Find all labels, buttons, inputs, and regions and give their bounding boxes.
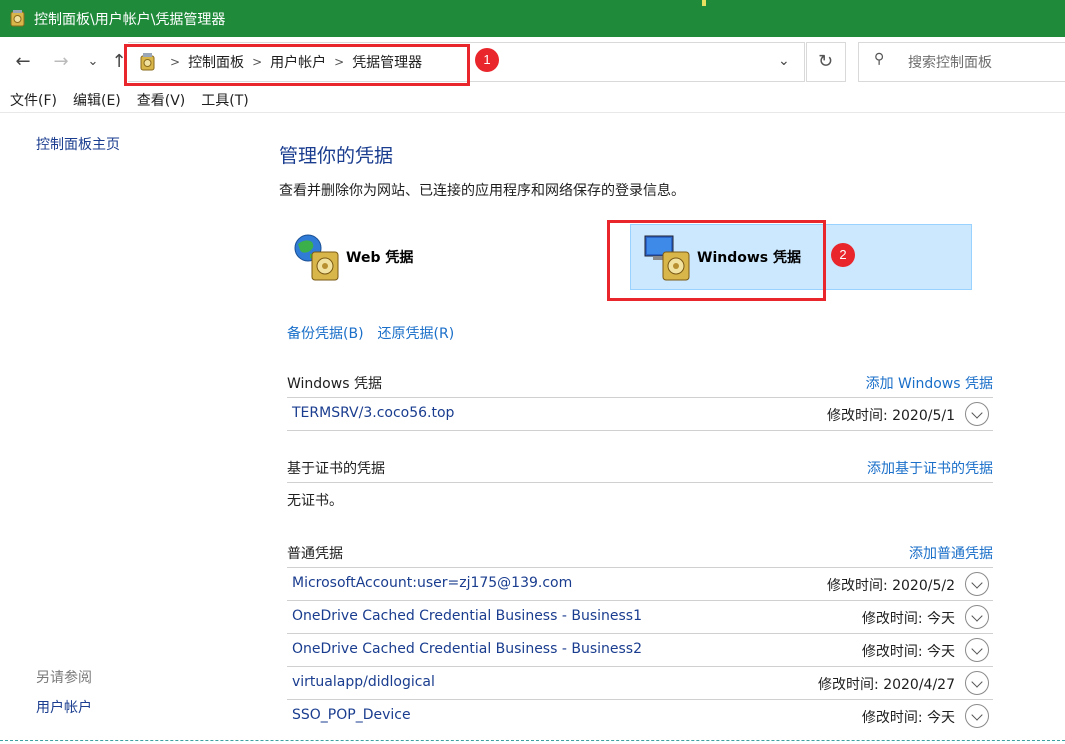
restore-credentials-link[interactable]: 还原凭据(R): [378, 323, 455, 343]
expand-chevron-icon[interactable]: [965, 605, 989, 629]
see-also-heading: 另请参阅: [36, 670, 92, 686]
credential-row[interactable]: OneDrive Cached Credential Business - Bu…: [287, 601, 993, 634]
user-accounts-link[interactable]: 用户帐户: [36, 697, 92, 717]
credential-name[interactable]: OneDrive Cached Credential Business - Bu…: [292, 608, 642, 624]
search-icon: ⚲: [874, 51, 885, 67]
windows-credentials-section: Windows 凭据 添加 Windows 凭据 TERMSRV/3.coco5…: [287, 368, 993, 431]
add-certificate-credential-link[interactable]: 添加基于证书的凭据: [867, 458, 993, 478]
modified-date: 修改时间: 2020/4/27: [818, 677, 955, 693]
expand-chevron-icon[interactable]: [965, 638, 989, 662]
generic-credentials-section: 普通凭据 添加普通凭据 MicrosoftAccount:user=zj175@…: [287, 538, 993, 733]
expand-chevron-icon[interactable]: [965, 402, 989, 426]
credential-manager-icon: [10, 10, 25, 27]
section-header: 普通凭据 添加普通凭据: [287, 538, 993, 568]
forward-arrow-icon[interactable]: →: [50, 50, 72, 74]
certificate-credentials-section: 基于证书的凭据 添加基于证书的凭据 无证书。: [287, 453, 993, 516]
section-title: 普通凭据: [287, 546, 343, 562]
modified-date: 修改时间: 今天: [861, 611, 955, 627]
no-certificates-text: 无证书。: [287, 493, 343, 509]
menu-edit[interactable]: 编辑(E): [73, 89, 121, 112]
section-header: 基于证书的凭据 添加基于证书的凭据: [287, 453, 993, 483]
menu-bar: 文件(F) 编辑(E) 查看(V) 工具(T): [0, 89, 1065, 113]
credential-row[interactable]: virtualapp/didlogical 修改时间: 2020/4/27: [287, 667, 993, 700]
web-credentials-tile[interactable]: Web 凭据: [292, 224, 512, 290]
refresh-icon[interactable]: ↻: [818, 51, 833, 72]
section-title: Windows 凭据: [287, 376, 382, 392]
expand-chevron-icon[interactable]: [965, 704, 989, 728]
modified-date: 修改时间: 2020/5/1: [826, 408, 955, 424]
expand-chevron-icon[interactable]: [965, 572, 989, 596]
credential-row[interactable]: OneDrive Cached Credential Business - Bu…: [287, 634, 993, 667]
window-title: 控制面板\用户帐户\凭据管理器: [34, 12, 226, 28]
credential-name[interactable]: TERMSRV/3.coco56.top: [292, 405, 454, 421]
annotation-box-address: [124, 44, 470, 86]
search-placeholder: 搜索控制面板: [908, 55, 992, 71]
annotation-box-windows-credentials: [607, 220, 826, 301]
bottom-edge-divider: [0, 740, 1065, 741]
title-accent: [702, 0, 706, 6]
backup-credentials-link[interactable]: 备份凭据(B): [287, 323, 364, 343]
modified-date: 修改时间: 今天: [861, 710, 955, 726]
control-panel-home-link[interactable]: 控制面板主页: [36, 134, 120, 154]
menu-tools[interactable]: 工具(T): [201, 89, 248, 112]
backup-restore-links: 备份凭据(B) 还原凭据(R): [287, 323, 454, 343]
page-title: 管理你的凭据: [279, 145, 394, 167]
back-arrow-icon[interactable]: ←: [12, 50, 34, 74]
add-windows-credential-link[interactable]: 添加 Windows 凭据: [866, 373, 993, 393]
menu-view[interactable]: 查看(V): [137, 89, 186, 112]
credential-name[interactable]: OneDrive Cached Credential Business - Bu…: [292, 641, 642, 657]
annotation-badge-2: 2: [831, 243, 855, 267]
credential-name[interactable]: virtualapp/didlogical: [292, 674, 435, 690]
modified-date: 修改时间: 2020/5/2: [826, 578, 955, 594]
credential-row[interactable]: SSO_POP_Device 修改时间: 今天: [287, 700, 993, 733]
recent-locations-chevron-icon[interactable]: ⌄: [82, 50, 104, 74]
expand-chevron-icon[interactable]: [965, 671, 989, 695]
modified-date: 修改时间: 今天: [861, 644, 955, 660]
web-credentials-icon: [294, 234, 339, 281]
add-generic-credential-link[interactable]: 添加普通凭据: [909, 543, 993, 563]
credential-row[interactable]: MicrosoftAccount:user=zj175@139.com 修改时间…: [287, 568, 993, 601]
address-dropdown-chevron-icon[interactable]: ⌄: [778, 53, 790, 69]
menu-file[interactable]: 文件(F): [10, 89, 57, 112]
credential-name[interactable]: SSO_POP_Device: [292, 707, 411, 723]
annotation-badge-1: 1: [475, 48, 499, 72]
page-description: 查看并删除你为网站、已连接的应用程序和网络保存的登录信息。: [279, 183, 685, 199]
credential-name[interactable]: MicrosoftAccount:user=zj175@139.com: [292, 575, 572, 591]
section-header: Windows 凭据 添加 Windows 凭据: [287, 368, 993, 398]
section-title: 基于证书的凭据: [287, 461, 385, 477]
credential-row[interactable]: TERMSRV/3.coco56.top 修改时间: 2020/5/1: [287, 398, 993, 431]
empty-row: 无证书。: [287, 483, 993, 516]
title-bar: 控制面板\用户帐户\凭据管理器: [0, 0, 1065, 37]
web-credentials-label: Web 凭据: [346, 250, 414, 266]
